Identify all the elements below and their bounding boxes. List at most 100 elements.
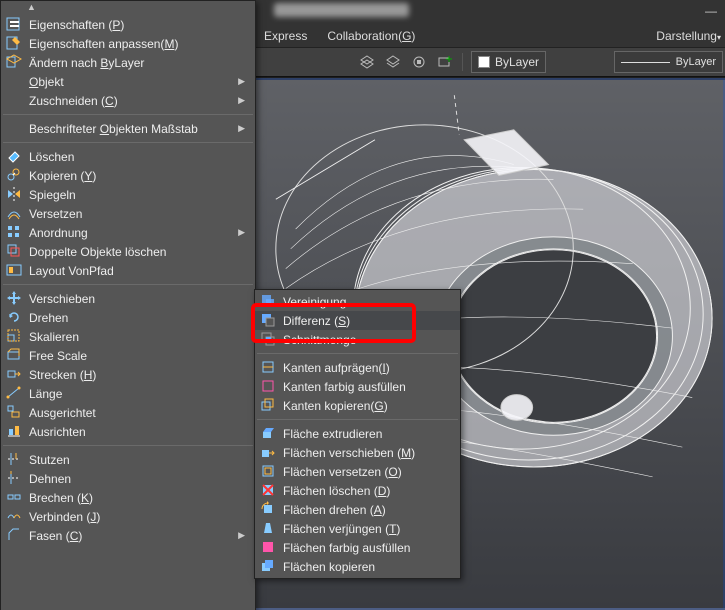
ctx-menu-scroll-up[interactable]: ▲ — [1, 1, 255, 15]
menu-bar: Express Collaboration(G) Darstellung▾ — [254, 25, 725, 47]
props-edit-icon — [6, 35, 22, 51]
trim-icon — [6, 451, 22, 467]
ctx-item-verschieben[interactable]: Verschieben — [1, 289, 255, 308]
layer-add-icon[interactable] — [433, 51, 457, 73]
ctx-item-label: Doppelte Objekte löschen — [29, 245, 166, 259]
ctx-item-layout-vonpfad[interactable]: Layout VonPfad — [1, 261, 255, 280]
copyf-icon — [260, 558, 276, 574]
sub-item-fl-chen-verj-ngen-t[interactable]: Flächen verjüngen (T) — [255, 519, 460, 538]
ctx-item-label: Drehen — [29, 311, 68, 325]
rotate-icon — [6, 309, 22, 325]
sub-item-fl-chen-kopieren[interactable]: Flächen kopieren — [255, 557, 460, 576]
ctx-item-label: Ausrichten — [29, 425, 86, 439]
ctx-item-label: Anordnung — [29, 226, 88, 240]
layer-stack2-icon[interactable] — [381, 51, 405, 73]
modify-context-menu: ▲Eigenschaften (P)Eigenschaften anpassen… — [0, 0, 256, 610]
sub-item-label: Kanten kopieren(G) — [283, 399, 388, 413]
move-icon — [6, 290, 22, 306]
layer-stack-icon[interactable] — [355, 51, 379, 73]
submenu-arrow-icon: ▶ — [238, 123, 245, 134]
menu-express[interactable]: Express — [254, 26, 317, 46]
sub-item-label: Flächen verjüngen (T) — [283, 522, 400, 536]
linetype-dropdown[interactable]: ByLayer — [614, 51, 723, 73]
sub-item-label: Fläche extrudieren — [283, 427, 382, 441]
linetype-label: ByLayer — [676, 56, 716, 68]
ctx-item-ausrichten[interactable]: Ausrichten — [1, 422, 255, 441]
ctx-item-fasen-c[interactable]: Fasen (C)▶ — [1, 526, 255, 545]
ctx-item-eigenschaften-anpassen-m[interactable]: Eigenschaften anpassen(M) — [1, 34, 255, 53]
erase-icon — [6, 148, 22, 164]
sub-item-schnittmenge[interactable]: Schnittmenge — [255, 330, 460, 349]
ctx-item-stutzen[interactable]: Stutzen — [1, 450, 255, 469]
ctx-item-drehen[interactable]: Drehen — [1, 308, 255, 327]
sub-item-fl-chen-l-schen-d[interactable]: Flächen löschen (D) — [255, 481, 460, 500]
ctx-item-strecken-h[interactable]: Strecken (H) — [1, 365, 255, 384]
mirror-icon — [6, 186, 22, 202]
sub-item-label: Flächen farbig ausfüllen — [283, 541, 410, 555]
sub-item-fl-chen-versetzen-o[interactable]: Flächen versetzen (O) — [255, 462, 460, 481]
ctx-item-brechen-k[interactable]: Brechen (K) — [1, 488, 255, 507]
ctx-item-spiegeln[interactable]: Spiegeln — [1, 185, 255, 204]
coloredges-icon — [260, 378, 276, 394]
sub-item-differenz-s[interactable]: Differenz (S) — [255, 311, 460, 330]
offsetf-icon — [260, 463, 276, 479]
ctx-item-dehnen[interactable]: Dehnen — [1, 469, 255, 488]
deletef-icon — [260, 482, 276, 498]
ctx-item-label: Free Scale — [29, 349, 87, 363]
extend-icon — [6, 470, 22, 486]
overkill-icon — [6, 243, 22, 259]
layer-stack3-icon[interactable] — [407, 51, 431, 73]
length-icon — [6, 385, 22, 401]
sub-item-kanten-kopieren-g[interactable]: Kanten kopieren(G) — [255, 396, 460, 415]
ctx-item-kopieren-y[interactable]: Kopieren (Y) — [1, 166, 255, 185]
sub-item-vereinigung[interactable]: Vereinigung — [255, 292, 460, 311]
menu-separator — [3, 114, 253, 115]
menu-darstellung[interactable]: Darstellung▾ — [646, 26, 725, 46]
ctx-item-label: Löschen — [29, 150, 74, 164]
sub-item-label: Flächen drehen (A) — [283, 503, 386, 517]
sub-item-fl-chen-farbig-ausf-llen[interactable]: Flächen farbig ausfüllen — [255, 538, 460, 557]
ctx-item-label: Layout VonPfad — [29, 264, 114, 278]
ctx-item-ausgerichtet[interactable]: Ausgerichtet — [1, 403, 255, 422]
properties-toolbar: ByLayer ByLayer — [254, 47, 725, 77]
sub-item-label: Flächen verschieben (M) — [283, 446, 415, 460]
window-minimize-button[interactable]: — — [705, 4, 717, 18]
chamfer-icon — [6, 527, 22, 543]
imprint-icon — [260, 359, 276, 375]
sub-item-label: Kanten aufprägen(I) — [283, 361, 390, 375]
ctx-item-label: Zuschneiden (C) — [29, 94, 118, 108]
ctx-item-doppelte-objekte-l-schen[interactable]: Doppelte Objekte löschen — [1, 242, 255, 261]
ctx-item-zuschneiden-c[interactable]: Zuschneiden (C)▶ — [1, 91, 255, 110]
sub-item-fl-che-extrudieren[interactable]: Fläche extrudieren — [255, 424, 460, 443]
ctx-item-free-scale[interactable]: Free Scale — [1, 346, 255, 365]
ctx-item-eigenschaften-p[interactable]: Eigenschaften (P) — [1, 15, 255, 34]
layer-color-dropdown[interactable]: ByLayer — [471, 51, 546, 73]
bylayer-icon — [6, 54, 22, 70]
sub-item-fl-chen-verschieben-m[interactable]: Flächen verschieben (M) — [255, 443, 460, 462]
ctx-item-versetzen[interactable]: Versetzen — [1, 204, 255, 223]
sub-item-kanten-aufpr-gen-i[interactable]: Kanten aufprägen(I) — [255, 358, 460, 377]
copyedges-icon — [260, 397, 276, 413]
ctx-item-label: Fasen (C) — [29, 529, 82, 543]
ctx-item-label: Skalieren — [29, 330, 79, 344]
ctx-item-verbinden-j[interactable]: Verbinden (J) — [1, 507, 255, 526]
stretch-icon — [6, 366, 22, 382]
ctx-item-anordnung[interactable]: Anordnung▶ — [1, 223, 255, 242]
ctx-item-l-schen[interactable]: Löschen — [1, 147, 255, 166]
sub-item-label: Flächen versetzen (O) — [283, 465, 402, 479]
colorf-icon — [260, 539, 276, 555]
union-icon — [260, 293, 276, 309]
menu-collaboration[interactable]: Collaboration(G) — [317, 26, 425, 46]
ctx-item-skalieren[interactable]: Skalieren — [1, 327, 255, 346]
document-title-obscured — [274, 3, 409, 17]
sub-item-kanten-farbig-ausf-llen[interactable]: Kanten farbig ausfüllen — [255, 377, 460, 396]
ctx-item-beschrifteter-objekten-ma-stab[interactable]: Beschrifteter Objekten Maßstab▶ — [1, 119, 255, 138]
props-icon — [6, 16, 22, 32]
ctx-item-ndern-nach-bylayer[interactable]: Ändern nach ByLayer — [1, 53, 255, 72]
sub-item-fl-chen-drehen-a[interactable]: Flächen drehen (A) — [255, 500, 460, 519]
array-icon — [6, 224, 22, 240]
layout-icon — [6, 262, 22, 278]
ctx-item-objekt[interactable]: Objekt▶ — [1, 72, 255, 91]
extrudef-icon — [260, 425, 276, 441]
ctx-item-l-nge[interactable]: Länge — [1, 384, 255, 403]
